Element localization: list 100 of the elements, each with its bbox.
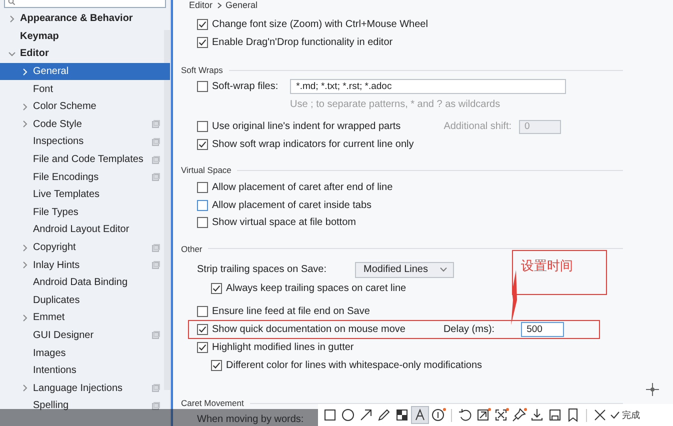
item-label: File and Code Templates xyxy=(33,154,144,166)
option-label: Allow placement of caret after end of line xyxy=(212,182,393,194)
checkbox[interactable] xyxy=(211,282,222,294)
tree-item[interactable]: Spelling xyxy=(0,397,170,415)
checkbox[interactable] xyxy=(197,19,208,30)
text-tool[interactable] xyxy=(412,407,428,423)
option-label: Different color for lines with whitespace-only modifications xyxy=(226,360,482,371)
item-label: Images xyxy=(33,348,66,359)
callout-text: 设置时间 xyxy=(521,259,573,274)
item-label: Editor xyxy=(20,48,49,60)
item-label: Copyright xyxy=(33,242,76,254)
checkbox[interactable] xyxy=(197,342,208,354)
item-label: Spelling xyxy=(33,400,69,412)
expand-button[interactable] xyxy=(493,407,509,423)
delay-label: Delay (ms): xyxy=(443,324,495,336)
checkbox[interactable] xyxy=(211,360,222,371)
rectangle-tool[interactable] xyxy=(322,407,338,423)
checkbox[interactable] xyxy=(197,81,208,92)
scan-button[interactable] xyxy=(475,407,491,423)
option-label: Strip trailing spaces on Save: xyxy=(197,264,327,275)
breadcrumb-item: Editor xyxy=(189,0,213,10)
tree-item[interactable]: Inspections xyxy=(0,133,170,151)
arrow-tool[interactable] xyxy=(358,407,374,423)
checkbox[interactable] xyxy=(197,217,208,228)
save-button[interactable] xyxy=(547,407,563,423)
option-label: Show quick documentation on mouse move xyxy=(212,324,406,336)
tree-item[interactable]: File Encodings xyxy=(0,168,170,186)
checkbox[interactable] xyxy=(197,306,208,318)
pattern-field[interactable]: *.md; *.txt; *.rst; *.adoc xyxy=(290,79,566,94)
item-label: File Types xyxy=(33,206,78,218)
tree-item[interactable]: Inlay Hints xyxy=(0,256,170,274)
close-button[interactable] xyxy=(592,407,608,423)
tree-item[interactable]: Duplicates xyxy=(0,292,170,310)
tree-item[interactable]: Editor xyxy=(0,45,170,63)
tree-item[interactable]: File and Code Templates xyxy=(0,150,170,168)
ellipse-tool[interactable] xyxy=(340,407,356,423)
item-label: Language Injections xyxy=(33,382,123,394)
done-button[interactable]: 完成 xyxy=(610,408,640,422)
option-label: Highlight modified lines in gutter xyxy=(212,342,354,354)
tree-item[interactable]: Font xyxy=(0,80,170,98)
item-label: Appearance & Behavior xyxy=(20,13,133,24)
section-title: Soft Wraps xyxy=(181,65,223,75)
tree-item[interactable]: Language Injections xyxy=(0,379,170,398)
tree-item[interactable]: Live Templates xyxy=(0,186,170,204)
tree-item[interactable]: Color Scheme xyxy=(0,98,170,116)
tree-item[interactable]: General xyxy=(0,62,170,80)
item-label: General xyxy=(33,66,69,78)
tree-item[interactable]: GUI Designer xyxy=(0,326,170,344)
undo-button[interactable] xyxy=(457,407,473,423)
item-label: File Encodings xyxy=(33,172,99,183)
done-label: 完成 xyxy=(622,410,640,422)
checkbox[interactable] xyxy=(197,200,208,211)
item-label: Android Data Binding xyxy=(33,277,128,288)
tree-item[interactable]: Appearance & Behavior xyxy=(0,10,170,28)
tree-item[interactable]: Keymap xyxy=(0,28,170,46)
shift-label: Additional shift: xyxy=(444,121,512,132)
checkbox[interactable] xyxy=(197,36,208,48)
chevron-right-icon xyxy=(216,2,222,8)
item-label: Inspections xyxy=(33,136,84,148)
delay-field[interactable]: 500 xyxy=(520,322,564,338)
section-title: Other xyxy=(181,244,202,254)
dropdown-value: Modified Lines xyxy=(364,264,428,275)
option-label: Show virtual space at file bottom xyxy=(212,217,356,228)
checkbox[interactable] xyxy=(197,324,208,336)
hint-text: Use ; to separate patterns, * and ? as wildcards xyxy=(290,98,500,110)
item-label: Duplicates xyxy=(33,294,80,306)
option-label: Soft-wrap files: xyxy=(212,81,278,92)
option-label: Change font size (Zoom) with Ctrl+Mouse Wheel xyxy=(212,19,428,30)
pencil-tool[interactable] xyxy=(376,407,392,423)
item-label: GUI Designer xyxy=(33,330,94,341)
option-label: Use original line's indent for wrapped parts xyxy=(212,121,401,132)
mosaic-tool[interactable] xyxy=(394,407,410,423)
checkbox[interactable] xyxy=(197,182,208,194)
tree-item[interactable]: Code Style xyxy=(0,116,170,134)
option-label: Show soft wrap indicators for current line only xyxy=(212,138,414,150)
option-label: Allow placement of caret inside tabs xyxy=(212,200,372,211)
tree-item[interactable]: Intentions xyxy=(0,362,170,380)
option-label: Ensure line feed at file end on Save xyxy=(212,306,370,318)
item-label: Font xyxy=(33,84,54,95)
item-label: Inlay Hints xyxy=(33,260,80,271)
item-label: Emmet xyxy=(33,312,65,324)
pin-button[interactable] xyxy=(511,407,527,423)
download-button[interactable] xyxy=(529,407,545,423)
tree-item[interactable]: Android Data Binding xyxy=(0,274,170,292)
item-label: Keymap xyxy=(20,30,59,42)
number-tool[interactable] xyxy=(430,407,446,423)
option-label: When moving by words: xyxy=(197,414,304,426)
tree-item[interactable]: Emmet xyxy=(0,309,170,327)
section-title: Virtual Space xyxy=(181,165,232,175)
tree-item[interactable]: Copyright xyxy=(0,238,170,256)
crosshair-icon xyxy=(646,383,659,396)
check-icon xyxy=(610,410,620,420)
checkbox[interactable] xyxy=(197,138,208,150)
strip-dropdown[interactable]: Modified Lines xyxy=(354,262,454,278)
item-label: Code Style xyxy=(33,118,82,130)
tree-item[interactable]: Images xyxy=(0,344,170,362)
option-label: Always keep trailing spaces on caret line xyxy=(226,282,406,294)
tree-item[interactable]: Android Layout Editor xyxy=(0,221,170,239)
tree-item[interactable]: File Types xyxy=(0,204,170,222)
chevron-down-icon xyxy=(440,267,447,272)
